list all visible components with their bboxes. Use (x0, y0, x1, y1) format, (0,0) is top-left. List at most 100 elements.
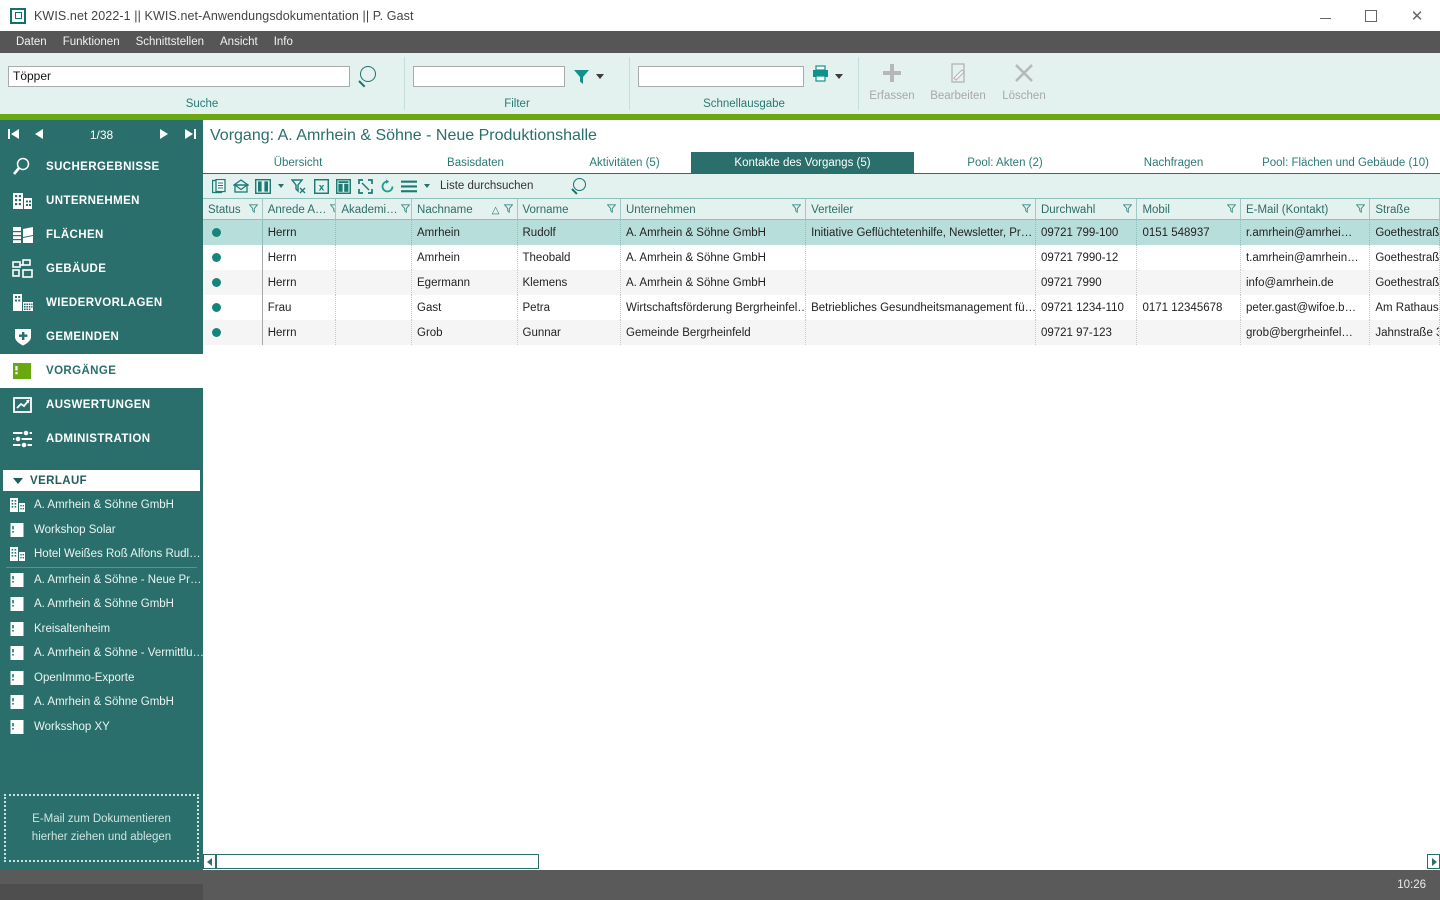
filter-funnel-icon[interactable] (400, 204, 411, 216)
tab-bar: Übersicht Basisdaten Aktivitäten (5) Kon… (203, 152, 1440, 174)
table-row[interactable]: Herrn Egermann Klemens A. Amrhein & Söhn… (203, 270, 1440, 295)
history-item[interactable]: Workshop Solar (0, 518, 203, 543)
list-search-input[interactable]: Liste durchsuchen (440, 180, 570, 192)
pager-last-button[interactable] (177, 128, 203, 143)
filter-funnel-icon[interactable] (1021, 204, 1032, 216)
table-row[interactable]: Herrn Amrhein Rudolf A. Amrhein & Söhne … (203, 220, 1440, 245)
loeschen-label: Löschen (1002, 90, 1046, 102)
menu-item-schnittstellen[interactable]: Schnittstellen (128, 31, 212, 53)
scroll-left-button[interactable] (203, 854, 216, 869)
filter-funnel-icon[interactable] (1122, 204, 1133, 216)
filter-funnel-icon[interactable] (502, 204, 514, 216)
column-header-nachname[interactable]: Nachname △ (412, 199, 518, 221)
pager-prev-button[interactable] (26, 128, 52, 143)
shield-icon (12, 326, 36, 348)
clear-filter-icon[interactable] (288, 175, 310, 197)
loeschen-button[interactable]: Löschen (991, 56, 1057, 112)
tab-uebersicht[interactable]: Übersicht (203, 152, 393, 174)
sidebar-item-gebaeude[interactable]: GEBÄUDE (0, 252, 203, 286)
pager-next-button[interactable] (151, 128, 177, 143)
history-item[interactable]: A. Amrhein & Söhne - Vermittlu… (0, 641, 203, 666)
history-item[interactable]: A. Amrhein & Söhne GmbH (0, 592, 203, 617)
menu-item-funktionen[interactable]: Funktionen (55, 31, 128, 53)
search-icon[interactable] (358, 65, 380, 87)
history-item[interactable]: A. Amrhein & Söhne - Neue Pr… (0, 568, 203, 593)
table-row[interactable]: Herrn Amrhein Theobald A. Amrhein & Söhn… (203, 245, 1440, 270)
history-item[interactable]: OpenImmo-Exporte (0, 666, 203, 691)
table-row[interactable]: Frau Gast Petra Wirtschaftsförderung Ber… (203, 295, 1440, 320)
history-item[interactable]: Hotel Weißes Roß Alfons Rudl… (0, 542, 203, 567)
sidebar-item-administration[interactable]: ADMINISTRATION (0, 422, 203, 456)
minimize-button[interactable] (1302, 0, 1348, 31)
tab-nachfragen[interactable]: Nachfragen (1096, 152, 1251, 174)
maximize-button[interactable] (1348, 0, 1394, 31)
pager-count: 1/38 (89, 128, 114, 142)
column-header-email-kontakt[interactable]: E-Mail (Kontakt) (1241, 199, 1371, 221)
filter-dropdown-chevron-down-icon[interactable] (596, 73, 604, 79)
column-header-mobil[interactable]: Mobil (1137, 199, 1241, 221)
search-input[interactable] (8, 65, 350, 87)
sidebar-item-gemeinden[interactable]: GEMEINDEN (0, 320, 203, 354)
home-envelope-icon[interactable] (230, 175, 252, 197)
funnel-icon[interactable] (573, 69, 590, 84)
column-header-verteiler[interactable]: Verteiler (806, 199, 1036, 221)
copy-icon[interactable] (208, 175, 230, 197)
column-header-akademischer-titel[interactable]: Akademi… (336, 199, 413, 221)
scroll-thumb[interactable] (216, 854, 539, 869)
scroll-right-button[interactable] (1427, 854, 1440, 869)
sidebar-item-wiedervorlagen[interactable]: WIEDERVORLAGEN (0, 286, 203, 320)
list-search-icon[interactable] (570, 176, 590, 196)
history-item[interactable]: Kreisaltenheim (0, 617, 203, 642)
tab-pool-akten[interactable]: Pool: Akten (2) (914, 152, 1096, 174)
table-row[interactable]: Herrn Grob Gunnar Gemeinde Bergrheinfeld… (203, 320, 1440, 345)
filter-funnel-icon[interactable] (791, 204, 802, 216)
tab-pool-flaechen-und-gebaeude[interactable]: Pool: Flächen und Gebäude (10) (1251, 152, 1440, 174)
history-item[interactable]: Worksshop XY (0, 715, 203, 740)
sidebar-item-vorgaenge[interactable]: VORGÄNGE (0, 354, 203, 388)
history-item[interactable]: A. Amrhein & Söhne GmbH (0, 690, 203, 715)
column-header-status[interactable]: Status (203, 199, 263, 221)
sort-ascending-icon[interactable]: △ (492, 205, 500, 216)
refresh-icon[interactable] (376, 175, 398, 197)
excel-export-icon[interactable]: x (310, 175, 332, 197)
bearbeiten-button[interactable]: Bearbeiten (925, 56, 991, 112)
columns-icon[interactable] (252, 175, 274, 197)
filter-input[interactable] (413, 65, 565, 87)
fit-columns-icon[interactable] (354, 175, 376, 197)
email-dropzone[interactable]: E-Mail zum Dokumentieren hierher ziehen … (4, 794, 199, 862)
column-header-vorname[interactable]: Vorname (518, 199, 621, 221)
filter-funnel-icon[interactable] (1226, 204, 1237, 216)
erfassen-button[interactable]: Erfassen (859, 56, 925, 112)
table-export-icon[interactable] (332, 175, 354, 197)
sidebar-item-suchergebnisse[interactable]: SUCHERGEBNISSE (0, 150, 203, 184)
quick-output-dropdown-chevron-down-icon[interactable] (835, 73, 843, 79)
quick-output-input[interactable] (638, 65, 804, 87)
column-header-strasse[interactable]: Straße (1370, 199, 1440, 221)
menu-item-daten[interactable]: Daten (8, 31, 55, 53)
filter-funnel-icon[interactable] (606, 204, 617, 216)
history-section-header[interactable]: VERLAUF (3, 470, 200, 491)
menu-item-ansicht[interactable]: Ansicht (212, 31, 266, 53)
list-menu-icon[interactable] (398, 175, 420, 197)
menu-item-info[interactable]: Info (266, 31, 301, 53)
column-header-unternehmen[interactable]: Unternehmen (621, 199, 807, 221)
filter-funnel-icon[interactable] (329, 204, 336, 216)
list-menu-dropdown-chevron-down-icon[interactable] (424, 184, 430, 188)
filter-funnel-icon[interactable] (1355, 204, 1366, 216)
sidebar-item-flaechen[interactable]: FLÄCHEN (0, 218, 203, 252)
edit-document-icon (951, 63, 965, 83)
horizontal-scrollbar[interactable] (203, 853, 1440, 870)
tab-aktivitaeten[interactable]: Aktivitäten (5) (558, 152, 691, 174)
sidebar-item-unternehmen[interactable]: UNTERNEHMEN (0, 184, 203, 218)
sidebar-item-auswertungen[interactable]: AUSWERTUNGEN (0, 388, 203, 422)
tab-basisdaten[interactable]: Basisdaten (393, 152, 558, 174)
column-header-anrede[interactable]: Anrede A… (263, 199, 337, 221)
column-header-durchwahl[interactable]: Durchwahl (1036, 199, 1138, 221)
history-item[interactable]: A. Amrhein & Söhne GmbH (0, 493, 203, 518)
filter-funnel-icon[interactable] (248, 204, 259, 216)
pager-first-button[interactable] (0, 128, 26, 143)
columns-dropdown-chevron-down-icon[interactable] (278, 184, 284, 188)
close-button[interactable]: ✕ (1394, 0, 1440, 31)
tab-kontakte-des-vorgangs[interactable]: Kontakte des Vorgangs (5) (691, 152, 914, 174)
printer-icon[interactable] (812, 65, 829, 87)
